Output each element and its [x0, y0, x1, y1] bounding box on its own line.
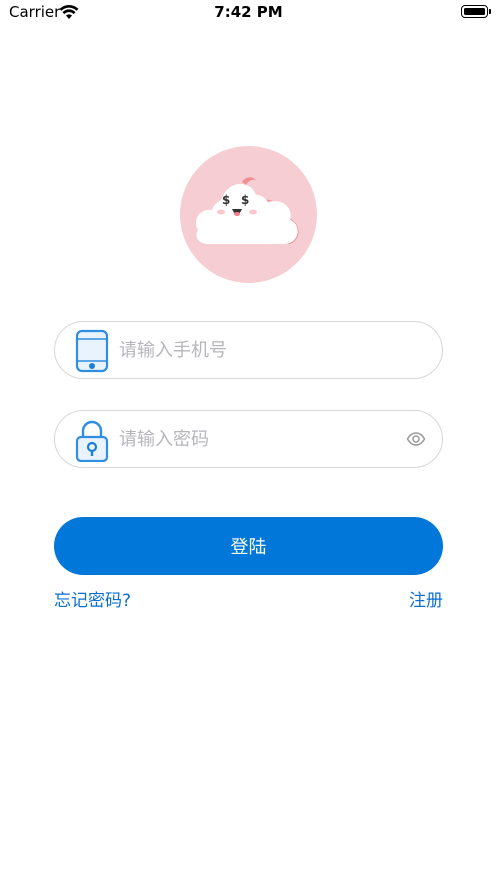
app-logo: $ $: [180, 146, 317, 283]
phone-input[interactable]: [119, 322, 389, 378]
register-link[interactable]: 注册: [409, 586, 443, 611]
password-input[interactable]: [119, 411, 389, 467]
phone-field[interactable]: [54, 321, 443, 379]
forgot-password-link[interactable]: 忘记密码?: [54, 586, 131, 611]
eye-icon[interactable]: [406, 429, 426, 449]
svg-text:$: $: [222, 193, 230, 207]
battery-cap: [489, 9, 491, 14]
status-bar: Carrier 7:42 PM: [0, 0, 497, 26]
lock-icon: [75, 420, 109, 462]
battery-icon: [461, 5, 488, 18]
status-time: 7:42 PM: [214, 3, 283, 21]
cloud-mascot-icon: $ $: [195, 177, 299, 244]
password-field[interactable]: [54, 410, 443, 468]
svg-text:$: $: [241, 193, 249, 207]
phone-icon: [75, 329, 109, 373]
login-button[interactable]: 登陆: [54, 517, 443, 575]
